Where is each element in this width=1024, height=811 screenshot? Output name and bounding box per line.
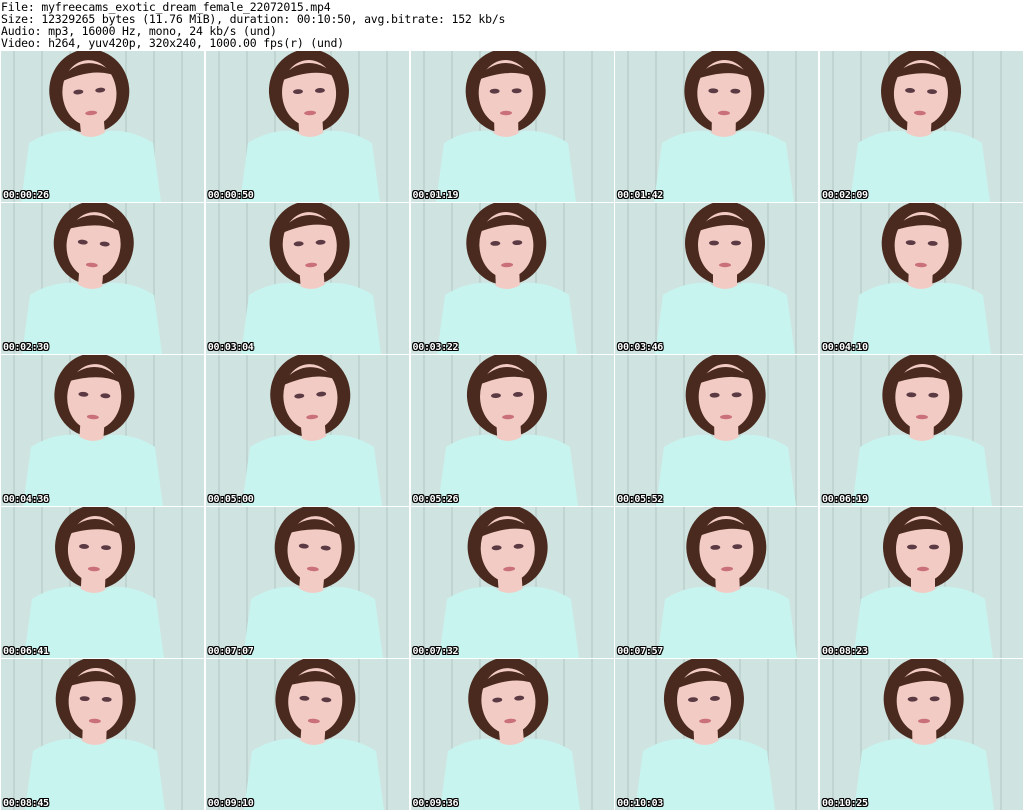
video-frame-image — [410, 507, 614, 658]
video-info-line: Video: h264, yuv420p, 320x240, 1000.00 f… — [1, 36, 344, 50]
thumbnail-frame: 00:09:10 — [205, 659, 409, 810]
video-frame-image — [410, 355, 614, 506]
thumbnail-grid: 00:00:26 00:00:50 00:01:19 00:01:42 00:02:09… — [1, 51, 1023, 810]
video-frame-image — [205, 203, 409, 354]
timestamp-label: 00:10:03 — [617, 798, 664, 809]
thumbnail-frame: 00:02:30 — [1, 203, 204, 354]
thumbnail-frame: 00:07:07 — [205, 507, 409, 658]
video-frame-image — [1, 51, 204, 202]
timestamp-label: 00:01:42 — [617, 190, 664, 201]
video-frame-image — [410, 51, 614, 202]
thumbnail-frame: 00:01:42 — [615, 51, 819, 202]
thumbnail-frame: 00:04:36 — [1, 355, 204, 506]
timestamp-label: 00:07:07 — [207, 646, 254, 657]
video-frame-image — [615, 355, 819, 506]
timestamp-label: 00:07:57 — [617, 646, 664, 657]
timestamp-label: 00:01:19 — [412, 190, 459, 201]
video-frame-image — [820, 659, 1023, 810]
timestamp-label: 00:08:23 — [822, 646, 868, 657]
video-frame-image — [615, 51, 819, 202]
video-frame-image — [820, 355, 1023, 506]
timestamp-label: 00:05:26 — [412, 494, 459, 505]
video-frame-image — [820, 51, 1023, 202]
video-frame-image — [820, 507, 1023, 658]
timestamp-label: 00:10:25 — [822, 798, 868, 809]
video-frame-image — [410, 659, 614, 810]
thumbnail-frame: 00:08:45 — [1, 659, 204, 810]
thumbnail-frame: 00:00:50 — [205, 51, 409, 202]
timestamp-label: 00:06:41 — [3, 646, 49, 657]
video-frame-image — [1, 203, 204, 354]
timestamp-label: 00:02:30 — [3, 342, 49, 353]
timestamp-label: 00:07:32 — [412, 646, 459, 657]
timestamp-label: 00:09:36 — [412, 798, 459, 809]
thumbnail-frame: 00:00:26 — [1, 51, 204, 202]
timestamp-label: 00:03:46 — [617, 342, 664, 353]
timestamp-label: 00:05:52 — [617, 494, 664, 505]
timestamp-label: 00:05:00 — [207, 494, 254, 505]
timestamp-label: 00:03:22 — [412, 342, 459, 353]
thumbnail-frame: 00:05:00 — [205, 355, 409, 506]
video-frame-image — [615, 659, 819, 810]
video-frame-image — [205, 51, 409, 202]
thumbnail-frame: 00:09:36 — [410, 659, 614, 810]
thumbnail-frame: 00:05:26 — [410, 355, 614, 506]
thumbnail-frame: 00:10:03 — [615, 659, 819, 810]
timestamp-label: 00:09:10 — [207, 798, 254, 809]
thumbnail-frame: 00:05:52 — [615, 355, 819, 506]
thumbnail-frame: 00:06:19 — [820, 355, 1023, 506]
video-frame-image — [615, 203, 819, 354]
video-frame-image — [410, 203, 614, 354]
timestamp-label: 00:04:36 — [3, 494, 49, 505]
thumbnail-frame: 00:03:46 — [615, 203, 819, 354]
thumbnail-frame: 00:03:04 — [205, 203, 409, 354]
timestamp-label: 00:02:09 — [822, 190, 868, 201]
thumbnail-frame: 00:10:25 — [820, 659, 1023, 810]
timestamp-label: 00:00:50 — [207, 190, 254, 201]
thumbnail-frame: 00:07:32 — [410, 507, 614, 658]
thumbnail-frame: 00:04:10 — [820, 203, 1023, 354]
video-frame-image — [1, 507, 204, 658]
video-frame-image — [1, 355, 204, 506]
thumbnail-frame: 00:07:57 — [615, 507, 819, 658]
video-frame-image — [205, 355, 409, 506]
timestamp-label: 00:06:19 — [822, 494, 868, 505]
thumbnail-frame: 00:01:19 — [410, 51, 614, 202]
thumbnail-frame: 00:08:23 — [820, 507, 1023, 658]
video-frame-image — [820, 203, 1023, 354]
thumbnail-frame: 00:06:41 — [1, 507, 204, 658]
video-frame-image — [205, 659, 409, 810]
timestamp-label: 00:04:10 — [822, 342, 868, 353]
file-info-header: File: myfreecams_exotic_dream_female_220… — [0, 0, 1024, 50]
thumbnail-frame: 00:03:22 — [410, 203, 614, 354]
timestamp-label: 00:00:26 — [3, 190, 49, 201]
timestamp-label: 00:03:04 — [207, 342, 254, 353]
thumbnail-frame: 00:02:09 — [820, 51, 1023, 202]
video-frame-image — [1, 659, 204, 810]
timestamp-label: 00:08:45 — [3, 798, 49, 809]
video-frame-image — [615, 507, 819, 658]
video-frame-image — [205, 507, 409, 658]
